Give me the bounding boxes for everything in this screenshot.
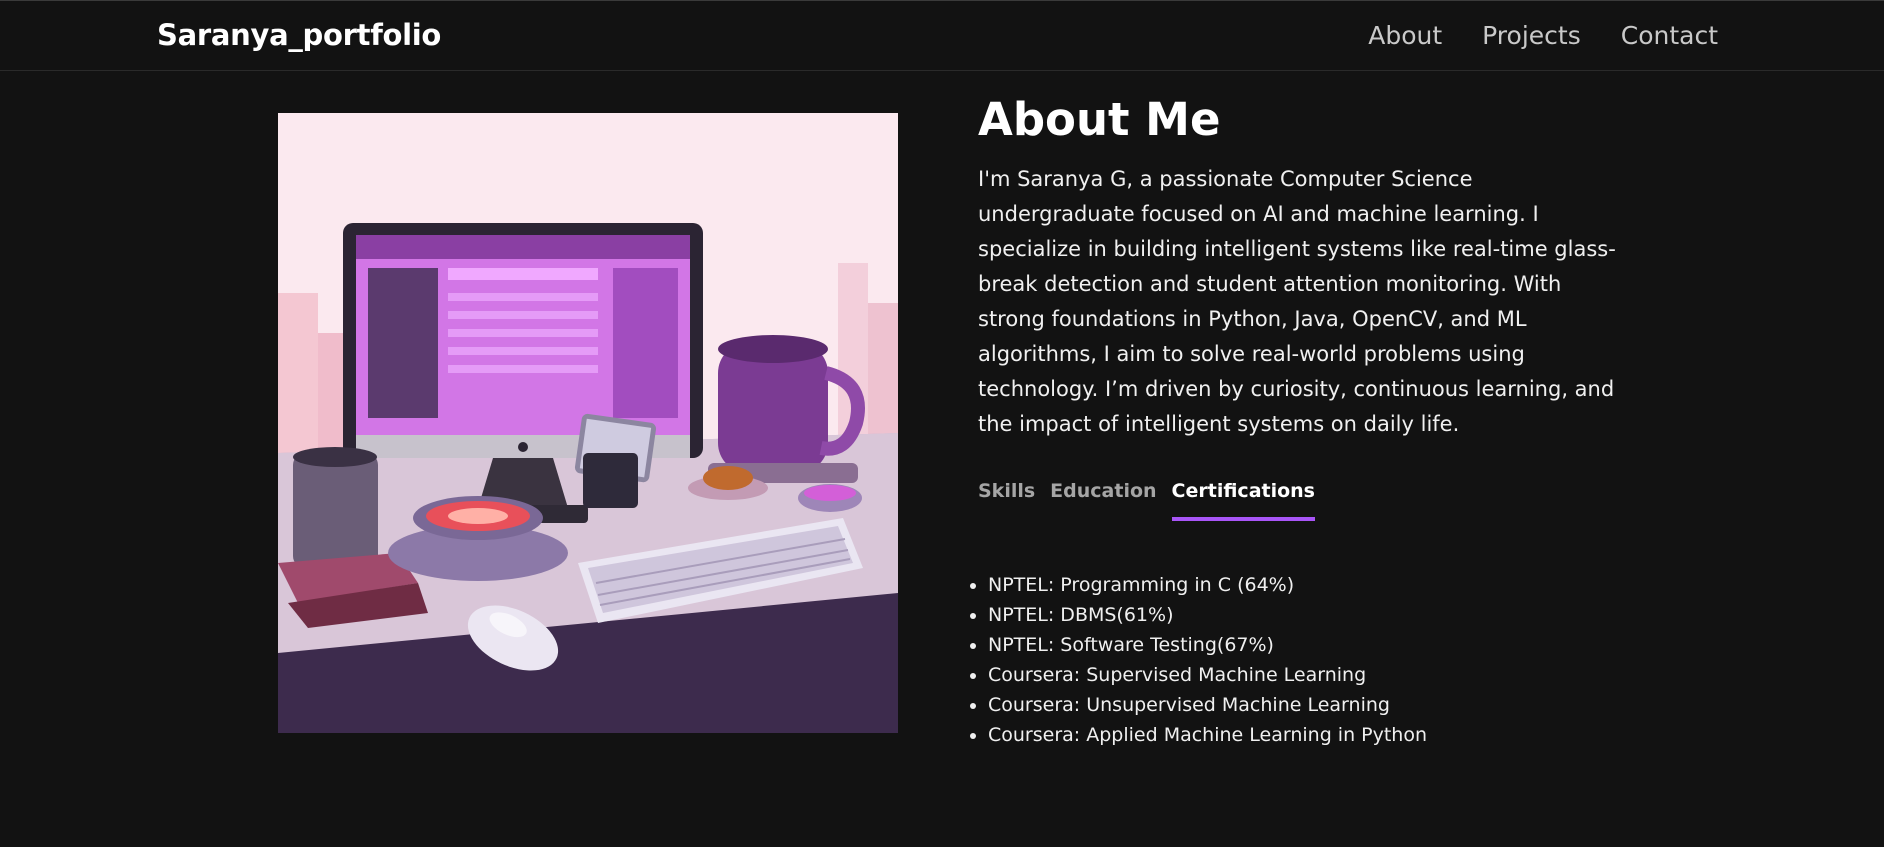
about-bio: I'm Saranya G, a passionate Computer Sci…: [978, 167, 1616, 436]
list-item: NPTEL: Software Testing(67%): [988, 630, 1427, 660]
list-item: Coursera: Applied Machine Learning in Py…: [988, 720, 1427, 750]
nav-about-link[interactable]: About: [1368, 21, 1442, 50]
top-navbar: Saranya_portfolio About Projects Contact: [0, 0, 1884, 71]
tab-education[interactable]: Education: [1050, 480, 1156, 524]
nav-contact-link[interactable]: Contact: [1621, 21, 1718, 50]
list-item: Coursera: Supervised Machine Learning: [988, 660, 1427, 690]
list-item: Coursera: Unsupervised Machine Learning: [988, 690, 1427, 720]
brand-logo-text[interactable]: Saranya_portfolio: [157, 18, 441, 52]
about-tabs: Skills Education Certifications: [978, 480, 1618, 524]
desk-illustration-svg: [278, 113, 898, 733]
nav-projects-link[interactable]: Projects: [1482, 21, 1581, 50]
workspace-illustration: [278, 113, 898, 733]
certifications-list: NPTEL: Programming in C (64%) NPTEL: DBM…: [968, 570, 1427, 750]
about-title: About Me: [978, 93, 1221, 146]
tab-skills[interactable]: Skills: [978, 480, 1035, 524]
about-section: About Me I'm Saranya G, a passionate Com…: [978, 92, 1618, 524]
tab-certifications[interactable]: Certifications: [1171, 480, 1316, 524]
main-nav: About Projects Contact: [1368, 21, 1718, 50]
list-item: NPTEL: Programming in C (64%): [988, 570, 1427, 600]
list-item: NPTEL: DBMS(61%): [988, 600, 1427, 630]
